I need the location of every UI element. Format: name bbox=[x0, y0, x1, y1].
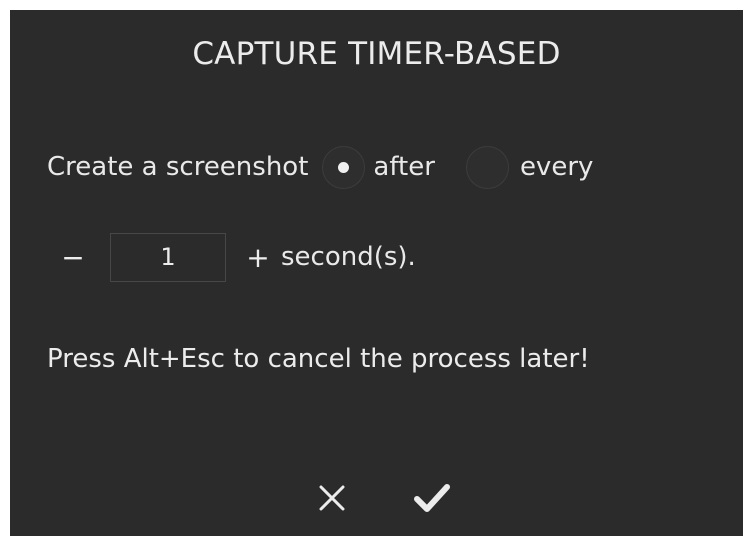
close-icon bbox=[319, 485, 345, 511]
radio-every[interactable] bbox=[465, 145, 509, 189]
capture-timer-dialog: CAPTURE TIMER-BASED Create a screenshot … bbox=[10, 10, 743, 536]
radio-after-label[interactable]: after bbox=[373, 152, 435, 182]
check-icon bbox=[414, 484, 450, 512]
confirm-button[interactable] bbox=[410, 476, 454, 520]
unit-label: second(s). bbox=[281, 242, 416, 272]
radio-selected-dot bbox=[338, 161, 350, 173]
decrement-button[interactable]: − bbox=[60, 241, 86, 274]
cancel-hint-text: Press Alt+Esc to cancel the process late… bbox=[47, 344, 590, 374]
cancel-button[interactable] bbox=[310, 476, 354, 520]
radio-every-label[interactable]: every bbox=[520, 152, 593, 182]
increment-button[interactable]: + bbox=[245, 241, 271, 274]
radio-after[interactable] bbox=[322, 145, 366, 189]
dialog-title: CAPTURE TIMER-BASED bbox=[192, 36, 561, 72]
seconds-input[interactable] bbox=[110, 232, 226, 282]
prompt-label: Create a screenshot bbox=[47, 152, 309, 182]
capture-mode-row: Create a screenshot after every bbox=[47, 145, 593, 189]
interval-row: − + second(s). bbox=[60, 232, 416, 282]
